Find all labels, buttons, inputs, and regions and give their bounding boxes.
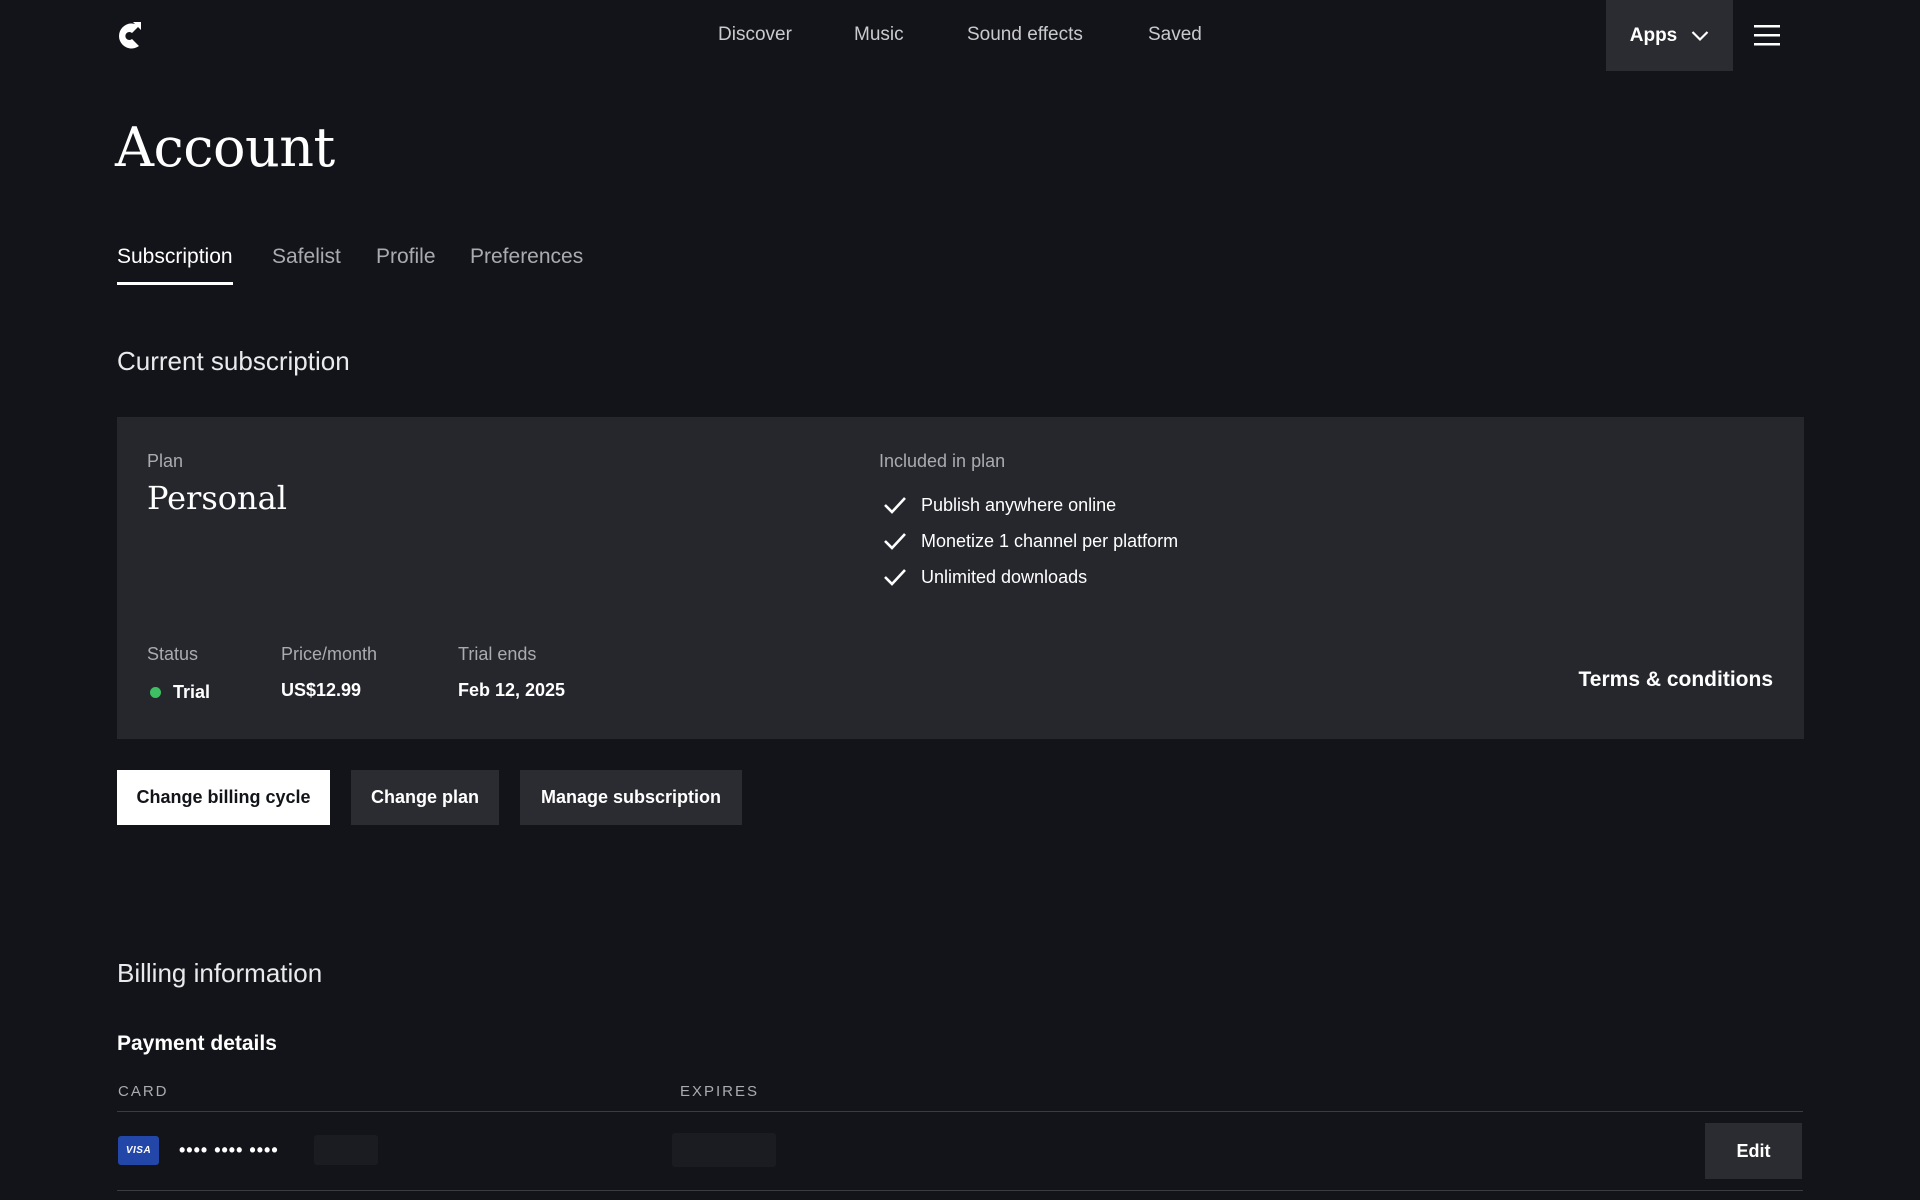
checkmark-icon	[884, 533, 906, 550]
status-label: Status	[147, 644, 199, 664]
redacted-expiry	[672, 1133, 776, 1167]
checkmark-icon	[884, 497, 906, 514]
expires-column-header: EXPIRES	[680, 1083, 760, 1100]
billing-information-heading: Billing information	[117, 958, 323, 988]
table-divider	[117, 1111, 1803, 1112]
card-number-masked: •••• •••• ••••	[179, 1140, 279, 1160]
plan-feature-item: Monetize 1 channel per platform	[879, 523, 1178, 559]
apps-dropdown-button[interactable]: Apps	[1606, 0, 1733, 71]
plan-feature-item: Publish anywhere online	[879, 487, 1178, 523]
trial-ends-value: Feb 12, 2025	[458, 680, 566, 700]
page-title: Account	[115, 116, 335, 179]
change-plan-button[interactable]: Change plan	[351, 770, 499, 825]
subscription-card: Plan Personal Included in plan Publish a…	[117, 417, 1804, 739]
tab-preferences[interactable]: Preferences	[470, 245, 583, 285]
trial-ends-label: Trial ends	[458, 644, 537, 664]
payment-details-heading: Payment details	[117, 1032, 277, 1055]
change-billing-cycle-button[interactable]: Change billing cycle	[117, 770, 330, 825]
card-column-header: CARD	[118, 1083, 169, 1100]
nav-link-saved[interactable]: Saved	[1148, 24, 1202, 46]
edit-payment-button[interactable]: Edit	[1705, 1123, 1802, 1179]
price-label: Price/month	[281, 644, 378, 664]
chevron-down-icon	[1691, 30, 1709, 41]
nav-link-sound-effects[interactable]: Sound effects	[967, 24, 1083, 46]
top-nav: Discover Music Sound effects Saved Apps	[0, 0, 1920, 71]
plan-label: Plan	[147, 451, 184, 471]
status-indicator-dot	[150, 687, 161, 698]
hamburger-menu-icon[interactable]	[1752, 22, 1782, 48]
current-subscription-heading: Current subscription	[117, 346, 350, 376]
apps-label: Apps	[1629, 24, 1678, 46]
tab-subscription[interactable]: Subscription	[117, 245, 233, 285]
plan-features-list: Publish anywhere online Monetize 1 chann…	[879, 487, 1178, 595]
tab-profile[interactable]: Profile	[376, 245, 436, 285]
checkmark-icon	[884, 569, 906, 586]
plan-feature-item: Unlimited downloads	[879, 559, 1178, 595]
tab-safelist[interactable]: Safelist	[272, 245, 341, 285]
table-divider	[117, 1190, 1803, 1191]
nav-link-discover[interactable]: Discover	[718, 24, 792, 46]
plan-feature-text: Publish anywhere online	[921, 494, 1117, 515]
plan-feature-text: Unlimited downloads	[921, 566, 1088, 587]
visa-card-icon: VISA	[118, 1136, 159, 1165]
price-value: US$12.99	[281, 680, 362, 700]
status-value: Trial	[173, 682, 211, 702]
manage-subscription-button[interactable]: Manage subscription	[520, 770, 742, 825]
plan-feature-text: Monetize 1 channel per platform	[921, 530, 1179, 551]
plan-name: Personal	[147, 479, 287, 517]
redacted-card-digits	[314, 1135, 378, 1165]
terms-and-conditions-link[interactable]: Terms & conditions	[1579, 668, 1773, 692]
nav-link-music[interactable]: Music	[854, 24, 904, 46]
included-in-plan-label: Included in plan	[879, 451, 1006, 471]
account-page: Discover Music Sound effects Saved Apps …	[0, 0, 1920, 1200]
